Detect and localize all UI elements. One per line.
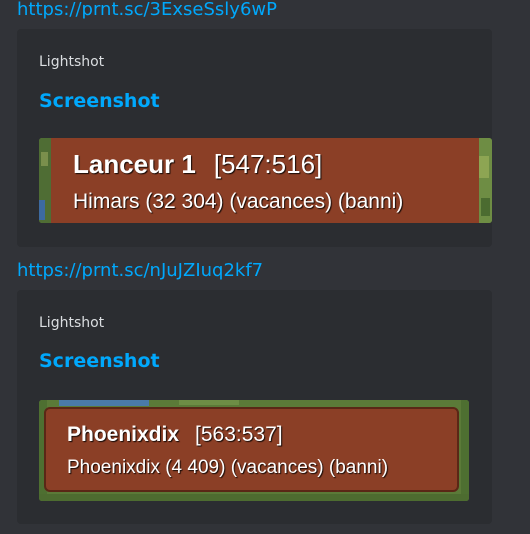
nameplate-header: Phoenixdix [563:537] — [67, 423, 283, 447]
link-embed: Lightshot Screenshot Phoenixdix [563:537]… — [17, 290, 492, 524]
nameplate: Lanceur 1 [547:516] Himars (32 304) (vaca… — [51, 138, 479, 223]
nameplate-detail: Phoenixdix (4 409) (vacances) (banni) — [67, 457, 389, 478]
nameplate-header: Lanceur 1 [547:516] — [73, 149, 322, 180]
embed-title[interactable]: Screenshot — [39, 349, 160, 373]
embed-provider: Lightshot — [39, 315, 105, 331]
link-embed: Lightshot Screenshot Lanceur 1 [547:516] … — [17, 29, 492, 247]
embed-provider: Lightshot — [39, 54, 105, 70]
nameplate-name: Phoenixdix — [67, 423, 180, 446]
message-link[interactable]: https://prnt.sc/nJuJZIuq2kf7 — [17, 260, 263, 282]
embed-image[interactable]: Phoenixdix [563:537] Phoenixdix (4 409) (… — [39, 400, 469, 501]
nameplate: Phoenixdix [563:537] Phoenixdix (4 409) (… — [44, 407, 459, 492]
nameplate-coords: [547:516] — [213, 149, 323, 179]
embed-image[interactable]: Lanceur 1 [547:516] Himars (32 304) (vaca… — [39, 138, 492, 223]
nameplate-detail: Himars (32 304) (vacances) (banni) — [73, 190, 404, 213]
embed-title[interactable]: Screenshot — [39, 89, 160, 113]
nameplate-coords: [563:537] — [195, 423, 283, 446]
message-link[interactable]: https://prnt.sc/3ExseSsly6wP — [17, 0, 277, 21]
nameplate-name: Lanceur 1 — [73, 149, 196, 179]
